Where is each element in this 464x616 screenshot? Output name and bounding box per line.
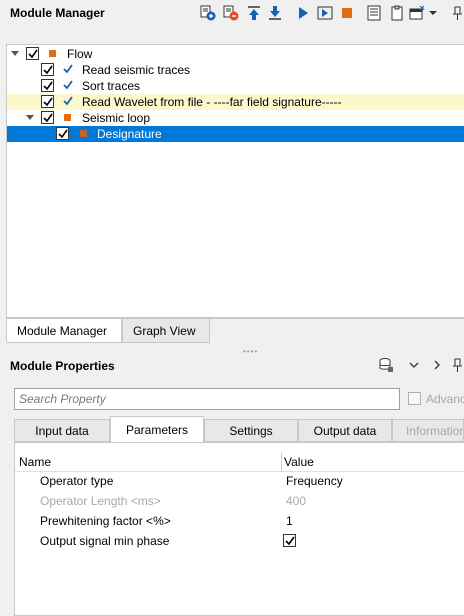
run-step-button[interactable] xyxy=(316,4,334,22)
tree-item-seismic-loop[interactable]: Seismic loop xyxy=(7,110,464,126)
pin-button[interactable] xyxy=(452,356,464,374)
pin-icon xyxy=(453,358,462,372)
advanced-label: Advanc xyxy=(426,392,464,406)
app-window: Module Manager Flow Read seismic traces … xyxy=(0,0,464,616)
module-properties-title: Module Properties xyxy=(10,359,115,373)
module-manager-title: Module Manager xyxy=(10,6,105,20)
tab-module-manager[interactable]: Module Manager xyxy=(6,319,122,343)
column-header-value[interactable]: Value xyxy=(284,455,314,469)
tab-output-data[interactable]: Output data xyxy=(298,419,392,442)
add-module-icon xyxy=(200,5,216,21)
pin-icon xyxy=(453,6,462,20)
chevron-down-icon xyxy=(409,362,419,368)
checkmark-icon xyxy=(285,536,295,546)
tree-item-sort-traces[interactable]: Sort traces xyxy=(7,78,464,94)
tree-item-label: Designature xyxy=(97,127,162,141)
advanced-checkbox[interactable] xyxy=(408,392,421,405)
database-icon xyxy=(379,358,393,372)
checkmark-icon xyxy=(43,65,53,75)
properties-grid: Name Value Operator type Frequency Opera… xyxy=(14,442,464,616)
checkmark-icon xyxy=(43,97,53,107)
module-check-icon xyxy=(63,96,73,106)
remove-module-button[interactable] xyxy=(222,4,240,22)
tree-checkbox[interactable] xyxy=(41,111,54,124)
property-value: 400 xyxy=(286,494,307,508)
output-min-phase-checkbox[interactable] xyxy=(283,534,296,547)
expanded-arrow-icon[interactable] xyxy=(11,50,19,58)
tree-checkbox[interactable] xyxy=(41,63,54,76)
move-up-button[interactable] xyxy=(245,4,263,22)
move-down-button[interactable] xyxy=(266,4,284,22)
tree-checkbox[interactable] xyxy=(41,95,54,108)
chevron-right-icon xyxy=(434,360,440,370)
splitter-grip[interactable]: •••• xyxy=(243,347,258,356)
tree-item-flow[interactable]: Flow xyxy=(7,46,464,62)
expanded-arrow-icon[interactable] xyxy=(26,114,34,122)
property-value[interactable]: Frequency xyxy=(286,474,343,488)
tree-view-tabs: Module Manager Graph View xyxy=(6,318,464,343)
add-module-button[interactable] xyxy=(199,4,217,22)
clipboard-icon xyxy=(391,5,403,21)
clipboard-button[interactable] xyxy=(388,4,406,22)
document-icon xyxy=(367,5,381,21)
tree-item-label: Sort traces xyxy=(82,79,141,93)
property-row-output-min-phase[interactable]: Output signal min phase xyxy=(15,531,464,551)
tree-checkbox[interactable] xyxy=(56,127,69,140)
dropdown-icon xyxy=(429,11,437,15)
module-check-icon xyxy=(63,80,73,90)
tree-item-label: Read Wavelet from file - ----far field s… xyxy=(82,95,342,109)
module-manager-header: Module Manager xyxy=(0,0,464,26)
checkmark-icon xyxy=(58,129,68,139)
tree-checkbox[interactable] xyxy=(41,79,54,92)
module-check-icon xyxy=(63,64,73,74)
document-button[interactable] xyxy=(365,4,383,22)
move-up-icon xyxy=(248,6,260,20)
tab-settings[interactable]: Settings xyxy=(204,419,298,442)
property-name: Operator Length <ms> xyxy=(40,494,161,508)
module-square-icon xyxy=(64,114,71,121)
tree-item-label: Seismic loop xyxy=(82,111,151,125)
module-square-icon xyxy=(80,130,87,137)
tree-item-read-wavelet[interactable]: Read Wavelet from file - ----far field s… xyxy=(7,94,464,110)
collapse-button[interactable] xyxy=(405,356,423,374)
property-row-prewhitening-factor[interactable]: Prewhitening factor <%> 1 xyxy=(15,511,464,531)
module-square-icon xyxy=(49,50,56,57)
search-property-input[interactable]: Search Property xyxy=(14,388,400,410)
tree-item-designature[interactable]: Designature xyxy=(7,126,464,142)
stop-icon xyxy=(342,8,352,18)
remove-module-icon xyxy=(223,5,239,21)
tree-item-label: Flow xyxy=(67,47,93,61)
column-header-name[interactable]: Name xyxy=(19,455,51,469)
tab-input-data[interactable]: Input data xyxy=(14,419,110,442)
toolbar-dropdown-button[interactable] xyxy=(428,4,438,22)
window-button[interactable] xyxy=(408,4,426,22)
next-button[interactable] xyxy=(428,356,446,374)
checkmark-icon xyxy=(28,49,38,59)
tab-graph-view[interactable]: Graph View xyxy=(122,319,210,343)
property-name: Prewhitening factor <%> xyxy=(40,514,171,528)
property-row-operator-type[interactable]: Operator type Frequency xyxy=(15,471,464,491)
property-name: Operator type xyxy=(40,474,114,488)
pin-button[interactable] xyxy=(452,4,464,22)
property-name: Output signal min phase xyxy=(40,534,170,548)
database-button[interactable] xyxy=(377,356,395,374)
stop-button[interactable] xyxy=(338,4,356,22)
property-value[interactable]: 1 xyxy=(286,514,293,528)
run-icon xyxy=(299,7,308,19)
tree-item-label: Read seismic traces xyxy=(82,63,191,77)
checkmark-icon xyxy=(43,113,53,123)
run-step-icon xyxy=(317,6,333,20)
run-button[interactable] xyxy=(294,4,312,22)
tab-parameters[interactable]: Parameters xyxy=(110,416,204,443)
flow-tree[interactable]: Flow Read seismic traces Sort traces Rea… xyxy=(6,44,464,318)
tree-checkbox[interactable] xyxy=(26,47,39,60)
tab-information: Information xyxy=(392,419,464,442)
column-separator[interactable] xyxy=(281,452,282,472)
move-down-icon xyxy=(269,6,281,20)
window-icon xyxy=(409,5,425,20)
property-row-operator-length: Operator Length <ms> 400 xyxy=(15,491,464,511)
checkmark-icon xyxy=(43,81,53,91)
tree-item-read-seismic-traces[interactable]: Read seismic traces xyxy=(7,62,464,78)
properties-header: Name Value xyxy=(15,452,464,472)
